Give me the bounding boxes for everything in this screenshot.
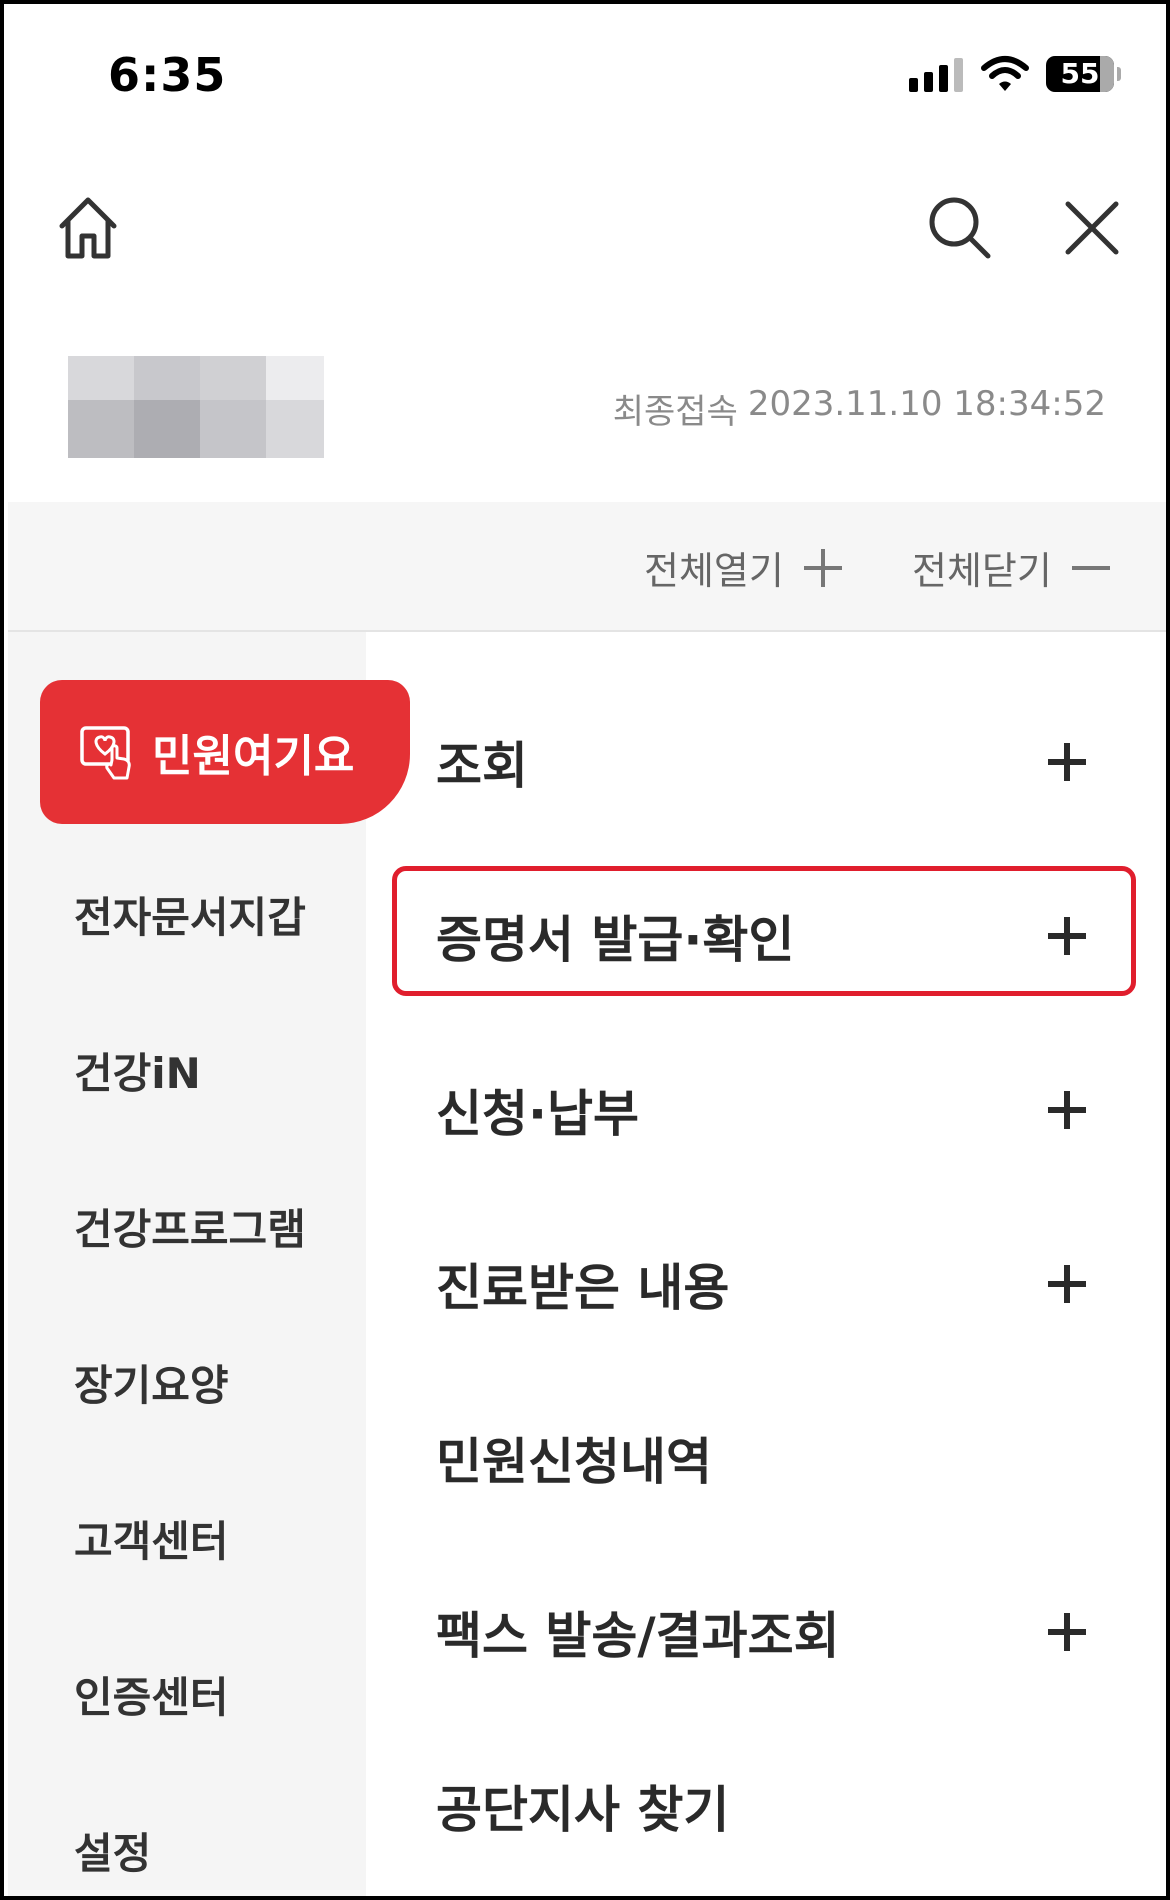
status-time: 6:35 (108, 48, 227, 102)
search-icon[interactable] (926, 194, 992, 260)
plus-icon (1048, 1091, 1086, 1129)
expand-all-button[interactable]: 전체열기 (644, 540, 842, 595)
battery-level: 55 (1060, 57, 1100, 90)
menu-item-inquiry[interactable]: 조회 (436, 726, 1086, 798)
plus-icon (1048, 917, 1086, 955)
plus-icon (1048, 743, 1086, 781)
collapse-all-button[interactable]: 전체닫기 (912, 540, 1110, 595)
menu-item-find-branch[interactable]: 공단지사 찾기 (436, 1770, 1086, 1842)
last-access-info: 최종접속 2023.11.10 18:34:52 (613, 384, 1106, 433)
menu-item-label: 진료받은 내용 (436, 1259, 730, 1317)
menu-item-label: 조회 (436, 737, 528, 795)
hand-heart-icon (80, 726, 131, 780)
wifi-icon (981, 56, 1029, 91)
sidebar-item-health-program[interactable]: 건강프로그램 (74, 1196, 306, 1257)
sidebar-item-e-document-wallet[interactable]: 전자문서지갑 (74, 884, 306, 945)
menu-item-label: 공단지사 찾기 (436, 1781, 730, 1839)
expand-all-label: 전체열기 (644, 549, 784, 593)
sidebar-item-settings[interactable]: 설정 (74, 1820, 151, 1881)
sidebar-item-auth-center[interactable]: 인증센터 (74, 1664, 229, 1725)
close-icon[interactable] (1062, 198, 1122, 258)
menu-item-label: 증명서 발급·확인 (436, 911, 795, 969)
minus-icon (1071, 549, 1110, 587)
home-icon[interactable] (52, 192, 124, 264)
app-frame: 6:35 55 최종접속 2023.11.10 18:34:52 전체열기 전체… (0, 0, 1170, 1900)
expand-collapse-bar: 전체열기 전체닫기 (8, 502, 1166, 632)
menu-item-fax[interactable]: 팩스 발송/결과조회 (436, 1596, 1086, 1668)
menu-item-application-history[interactable]: 민원신청내역 (436, 1422, 1086, 1494)
sidebar-item-civil-services[interactable]: 민원여기요 (40, 680, 410, 824)
menu-item-apply-pay[interactable]: 신청·납부 (436, 1074, 1086, 1146)
battery-icon: 55 (1046, 56, 1114, 92)
menu-item-label: 신청·납부 (436, 1085, 639, 1143)
sidebar-active-label: 민원여기요 (152, 731, 355, 782)
menu-item-label: 민원신청내역 (436, 1433, 712, 1491)
collapse-all-label: 전체닫기 (912, 549, 1052, 593)
last-access-label: 최종접속 (612, 392, 738, 432)
cellular-signal-icon (909, 56, 963, 92)
blurred-user-name (68, 356, 324, 458)
menu-item-treatment-history[interactable]: 진료받은 내용 (436, 1248, 1086, 1320)
last-access-value: 2023.11.10 18:34:52 (747, 384, 1106, 424)
menu-item-certificate[interactable]: 증명서 발급·확인 (436, 900, 1086, 972)
sidebar-item-health-in[interactable]: 건강iN (74, 1040, 201, 1101)
menu-item-label: 팩스 발송/결과조회 (436, 1607, 840, 1665)
sidebar-item-long-term-care[interactable]: 장기요양 (74, 1352, 229, 1413)
sidebar-item-customer-center[interactable]: 고객센터 (74, 1508, 229, 1569)
plus-icon (803, 548, 842, 587)
plus-icon (1048, 1613, 1086, 1651)
plus-icon (1048, 1265, 1086, 1303)
